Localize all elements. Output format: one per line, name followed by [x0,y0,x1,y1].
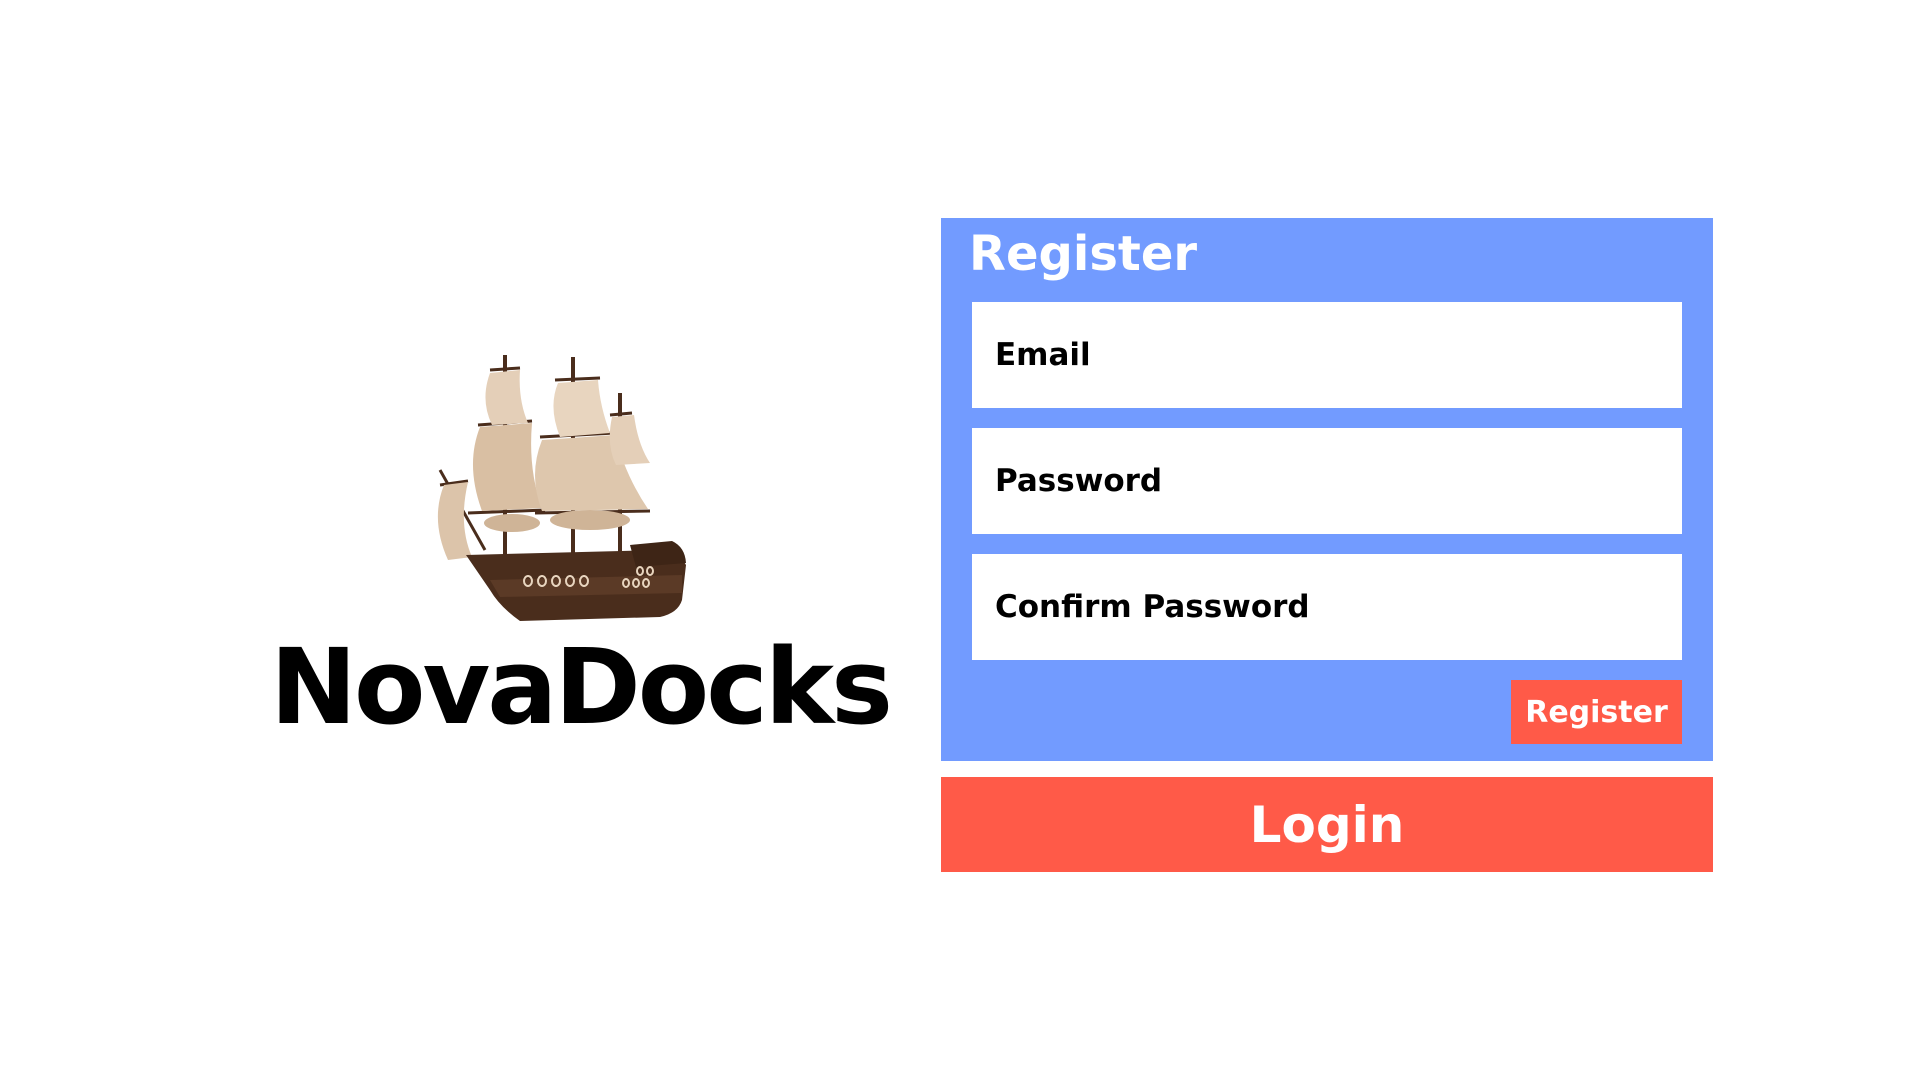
confirm-password-field[interactable]: Confirm Password [972,554,1682,660]
password-field-label: Password [995,463,1163,499]
confirm-password-field-label: Confirm Password [995,589,1310,625]
password-field[interactable]: Password [972,428,1682,534]
brand-block: NovaDocks [270,345,893,755]
email-field[interactable]: Email [972,302,1682,408]
register-title: Register [969,226,1198,282]
login-button[interactable]: Login [941,777,1713,872]
sailing-ship-icon [437,355,686,621]
register-panel: Register Email Password Confirm Password… [941,218,1713,761]
email-field-label: Email [995,337,1091,373]
register-button[interactable]: Register [1511,680,1682,744]
brand-name: NovaDocks [270,626,893,748]
auth-page: NovaDocks Register Email Password Confir… [0,0,1920,1080]
